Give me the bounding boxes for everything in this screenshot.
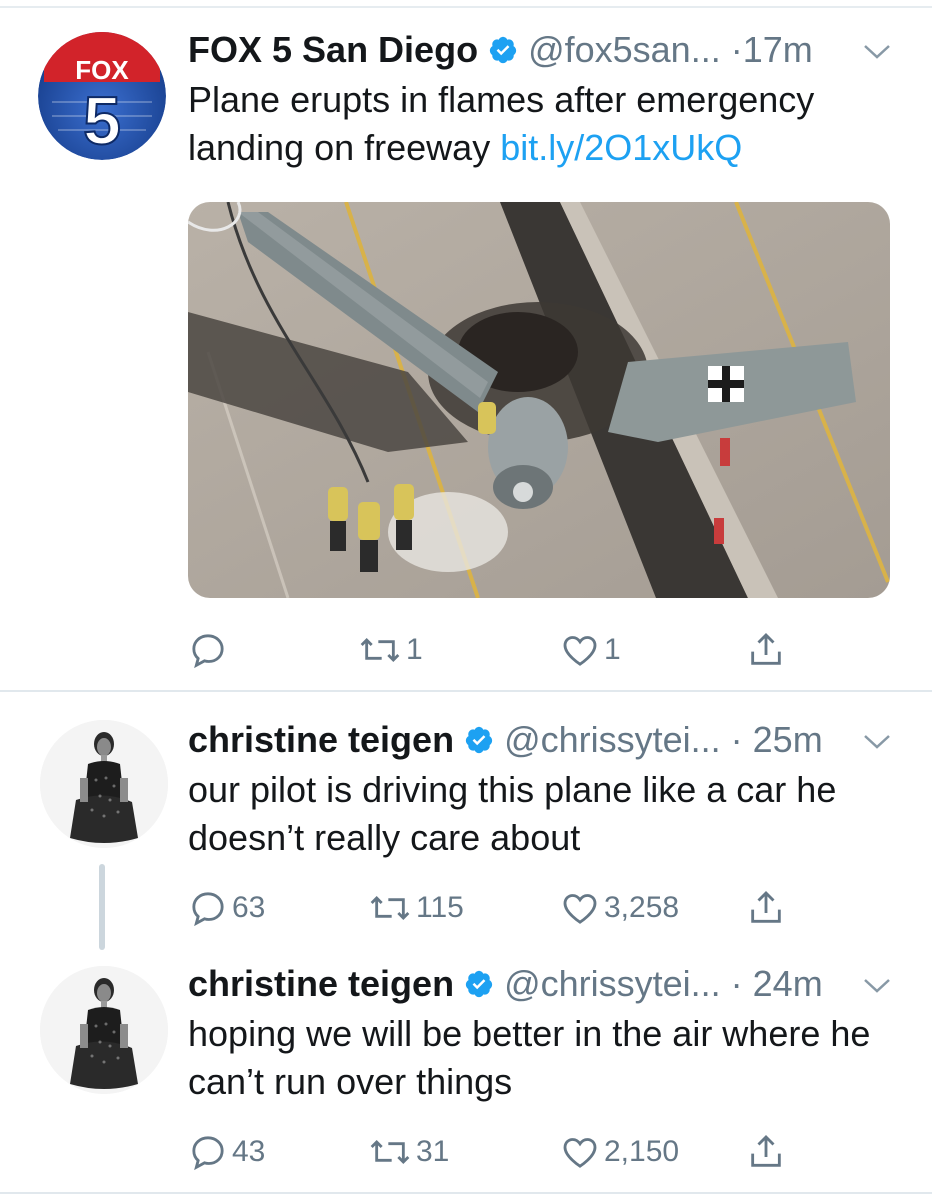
- tweet-link[interactable]: bit.ly/2O1xUkQ: [500, 127, 742, 168]
- like-button[interactable]: 2,150: [560, 1130, 679, 1174]
- tweet-text: our pilot is driving this plane like a c…: [188, 766, 908, 862]
- like-button[interactable]: 3,258: [560, 886, 679, 930]
- retweet-count: 1: [406, 633, 423, 666]
- timestamp[interactable]: ·17m: [731, 29, 813, 71]
- verified-badge-icon: [465, 970, 493, 998]
- fox-logo-text: FOX: [75, 55, 129, 85]
- reply-button[interactable]: [188, 628, 232, 672]
- fox-logo-number: 5: [83, 83, 121, 159]
- share-button[interactable]: [746, 886, 786, 930]
- display-name[interactable]: christine teigen: [188, 963, 454, 1005]
- verified-badge-icon: [465, 726, 493, 754]
- top-divider: [0, 6, 932, 8]
- share-button[interactable]: [746, 1130, 786, 1174]
- reply-button[interactable]: 63: [188, 886, 265, 930]
- share-icon: [751, 632, 781, 665]
- retweet-icon: [370, 1139, 410, 1165]
- verified-badge-icon: [489, 36, 517, 64]
- tweet-actions: 43 31 2,150: [188, 1130, 808, 1174]
- like-count: 1: [604, 633, 621, 666]
- retweet-count: 31: [416, 1135, 450, 1168]
- timestamp[interactable]: · 25m: [731, 719, 823, 761]
- avatar-fox5-logo[interactable]: FOX 5: [38, 32, 166, 160]
- retweet-icon: [360, 637, 400, 663]
- reply-button[interactable]: 43: [188, 1130, 265, 1174]
- share-icon: [751, 890, 781, 923]
- tweet-text-body: hoping we will be better in the air wher…: [188, 1013, 871, 1102]
- retweet-icon: [370, 895, 410, 921]
- retweet-button[interactable]: 115: [368, 886, 464, 930]
- display-name[interactable]: FOX 5 San Diego: [188, 29, 478, 71]
- reply-count: 63: [232, 891, 266, 924]
- display-name[interactable]: christine teigen: [188, 719, 454, 761]
- chevron-down-icon[interactable]: [862, 42, 892, 62]
- tweet-actions: 1 1: [188, 628, 808, 672]
- share-button[interactable]: [746, 628, 786, 672]
- tweet-media-image[interactable]: [188, 202, 890, 598]
- like-icon: [563, 894, 597, 924]
- tweet-divider: [0, 1192, 932, 1194]
- tweet-text: Plane erupts in flames after emergency l…: [188, 76, 888, 172]
- like-count: 2,150: [604, 1135, 680, 1168]
- reply-count: 43: [232, 1135, 266, 1168]
- tweet-header: christine teigen @chrissytei... · 25m: [188, 716, 823, 764]
- like-count: 3,258: [604, 891, 680, 924]
- retweet-button[interactable]: 1: [358, 628, 423, 672]
- reply-icon: [192, 892, 224, 927]
- retweet-count: 115: [416, 891, 464, 924]
- tweet-header: FOX 5 San Diego @fox5san... ·17m: [188, 26, 813, 74]
- like-icon: [563, 636, 597, 666]
- handle[interactable]: @chrissytei...: [504, 963, 721, 1005]
- tweet-text-body: our pilot is driving this plane like a c…: [188, 769, 837, 858]
- avatar-christine-teigen[interactable]: [40, 720, 168, 848]
- avatar-christine-teigen[interactable]: [40, 966, 168, 1094]
- retweet-button[interactable]: 31: [368, 1130, 449, 1174]
- like-button[interactable]: 1: [560, 628, 621, 672]
- reply-icon: [192, 634, 224, 669]
- share-icon: [751, 1134, 781, 1167]
- timestamp[interactable]: · 24m: [731, 963, 823, 1005]
- handle[interactable]: @chrissytei...: [504, 719, 721, 761]
- handle[interactable]: @fox5san...: [528, 29, 721, 71]
- chevron-down-icon[interactable]: [862, 732, 892, 752]
- thread-connector-line: [99, 864, 105, 950]
- tweet-text: hoping we will be better in the air wher…: [188, 1010, 908, 1106]
- chevron-down-icon[interactable]: [862, 976, 892, 996]
- tweet-actions: 63 115 3,258: [188, 886, 808, 930]
- tweet-divider: [0, 690, 932, 692]
- tweet-header: christine teigen @chrissytei... · 24m: [188, 960, 823, 1008]
- reply-icon: [192, 1136, 224, 1171]
- like-icon: [563, 1138, 597, 1168]
